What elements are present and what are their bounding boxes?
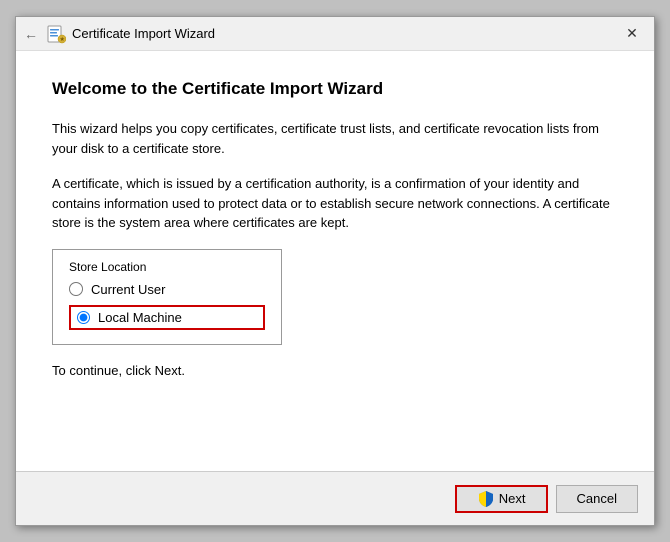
- next-label: Next: [499, 491, 526, 506]
- cancel-label: Cancel: [577, 491, 617, 506]
- cancel-button[interactable]: Cancel: [556, 485, 638, 513]
- store-location-label: Store Location: [69, 260, 265, 274]
- footer: Next Cancel: [16, 471, 654, 525]
- local-machine-radio[interactable]: [77, 311, 90, 324]
- continue-text: To continue, click Next.: [52, 363, 618, 378]
- paragraph-2: A certificate, which is issued by a cert…: [52, 174, 618, 233]
- current-user-row: Current User: [69, 282, 265, 297]
- local-machine-label[interactable]: Local Machine: [98, 310, 182, 325]
- next-button[interactable]: Next: [455, 485, 548, 513]
- wizard-content: Welcome to the Certificate Import Wizard…: [16, 51, 654, 471]
- window-title: Certificate Import Wizard: [72, 26, 618, 41]
- cert-icon: ★: [46, 24, 66, 44]
- local-machine-row: Local Machine: [69, 305, 265, 330]
- wizard-heading: Welcome to the Certificate Import Wizard: [52, 79, 618, 99]
- title-bar: ← ★ Certificate Import Wizard ✕: [16, 17, 654, 51]
- wizard-window: ← ★ Certificate Import Wizard ✕ Welcome …: [15, 16, 655, 526]
- svg-text:★: ★: [60, 36, 65, 43]
- shield-icon: [477, 490, 495, 508]
- close-button[interactable]: ✕: [618, 23, 646, 45]
- store-location-group: Store Location Current User Local Machin…: [52, 249, 282, 345]
- paragraph-1: This wizard helps you copy certificates,…: [52, 119, 618, 158]
- back-button[interactable]: ←: [24, 26, 38, 42]
- current-user-radio[interactable]: [69, 282, 83, 296]
- current-user-label[interactable]: Current User: [91, 282, 165, 297]
